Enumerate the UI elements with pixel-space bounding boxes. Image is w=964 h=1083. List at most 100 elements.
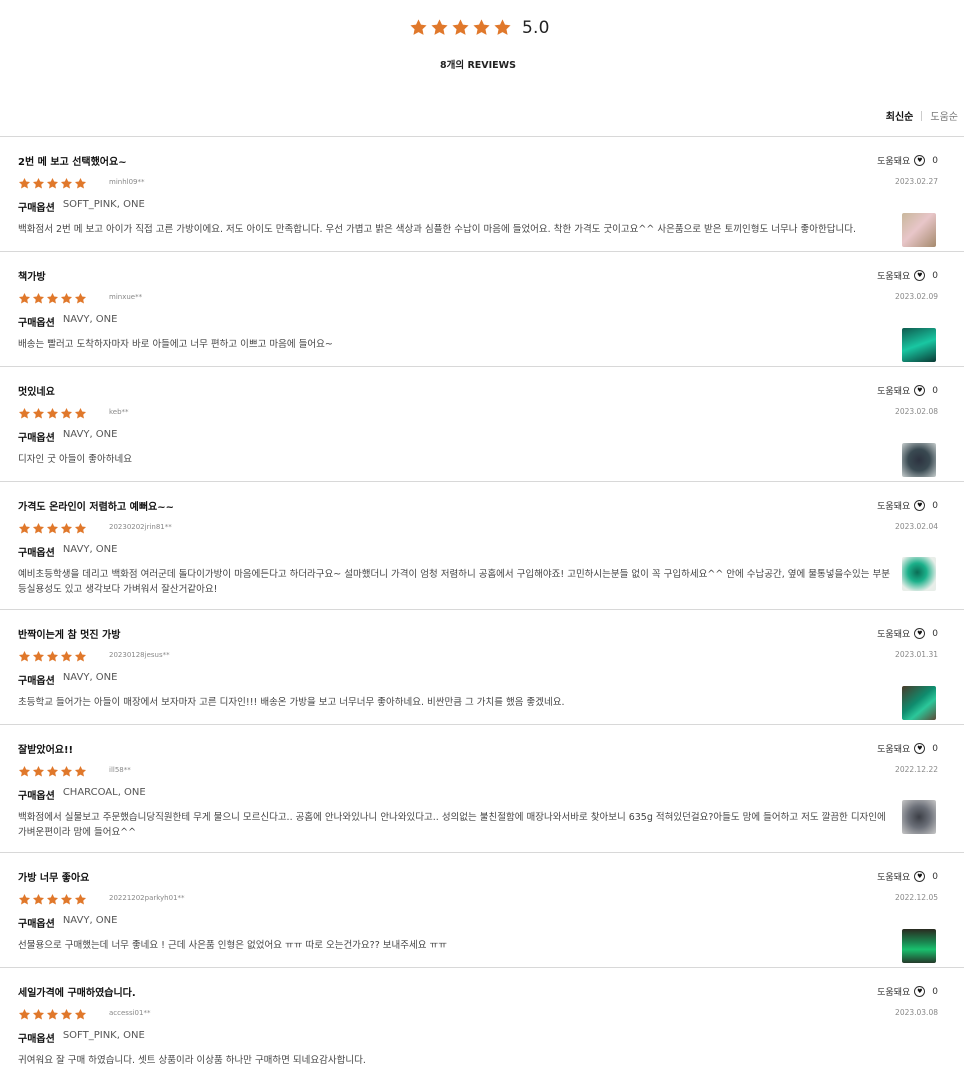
helpful-button[interactable]: 도움돼요 ♥ 0 (877, 154, 938, 167)
star-icon (60, 650, 73, 663)
star-icon (46, 292, 59, 305)
helpful-label: 도움돼요 (877, 873, 911, 883)
review-photo-thumbnail[interactable] (902, 557, 936, 591)
star-icon (18, 522, 31, 535)
star-icon (32, 765, 45, 778)
helpful-label: 도움돼요 (877, 272, 911, 282)
review-photo-thumbnail[interactable] (902, 686, 936, 720)
star-icon (18, 407, 31, 420)
star-icon (32, 1008, 45, 1021)
purchase-option: 구매옵션 NAVY, ONE (18, 544, 117, 559)
reviewer-id: 20230202jrin81** (109, 523, 172, 531)
reviewer-id: keb** (109, 408, 129, 416)
review-item: 가격도 온라인이 저렴하고 예뻐요~~ 20230202jrin81** 구매옵션 N… (0, 481, 964, 609)
review-rating (18, 522, 87, 535)
star-icon (60, 522, 73, 535)
review-date: 2023.02.27 (895, 177, 938, 186)
review-title: 반짝이는게 참 멋진 가방 (18, 630, 121, 641)
purchase-option: 구매옵션 CHARCOAL, ONE (18, 787, 146, 802)
helpful-button[interactable]: 도움돼요 ♥ 0 (877, 870, 938, 883)
helpful-label: 도움돼요 (877, 502, 911, 512)
star-icon (32, 893, 45, 906)
purchase-option-value: NAVY, ONE (62, 314, 118, 325)
star-icon (60, 177, 73, 190)
helpful-count: 0 (932, 628, 938, 639)
star-icon (60, 893, 73, 906)
heart-icon: ♥ (914, 385, 926, 396)
review-rating (18, 1008, 87, 1021)
helpful-button[interactable]: 도움돼요 ♥ 0 (877, 499, 938, 512)
reviewer-id: minhl09** (109, 178, 145, 186)
review-date: 2023.01.31 (895, 650, 938, 659)
helpful-count: 0 (932, 500, 938, 511)
helpful-button[interactable]: 도움돼요 ♥ 0 (877, 269, 938, 282)
review-photo-thumbnail[interactable] (902, 800, 936, 834)
sort-latest[interactable]: 최신순 (886, 108, 914, 123)
star-icon (18, 765, 31, 778)
review-rating (18, 292, 87, 305)
reviewer-id: accessi01** (109, 1009, 151, 1017)
star-icon (46, 407, 59, 420)
review-title: 2번 메 보고 선택했어요~ (18, 157, 127, 168)
heart-icon: ♥ (914, 986, 926, 997)
star-icon (472, 18, 491, 37)
review-item: 세일가격에 구매하였습니다. accessi01** 구매옵션 SOFT_PINK, … (0, 967, 964, 1077)
purchase-option-label: 구매옵션 (18, 433, 55, 444)
helpful-label: 도움돼요 (877, 387, 911, 397)
review-item: 멋있네요 keb** 구매옵션 NAVY, ONE 디자인 굿 아들이 좋아하네요 도움돼… (0, 366, 964, 481)
star-icon (32, 177, 45, 190)
helpful-count: 0 (932, 270, 938, 281)
helpful-button[interactable]: 도움돼요 ♥ 0 (877, 384, 938, 397)
purchase-option-label: 구매옵션 (18, 203, 55, 214)
star-icon (18, 292, 31, 305)
star-icon (493, 18, 512, 37)
purchase-option: 구매옵션 NAVY, ONE (18, 915, 117, 930)
purchase-option-value: NAVY, ONE (62, 915, 118, 926)
review-title: 책가방 (18, 272, 46, 283)
review-rating (18, 893, 87, 906)
star-icon (74, 650, 87, 663)
sort-helpful[interactable]: 도움순 (930, 108, 958, 123)
star-icon (18, 650, 31, 663)
purchase-option-label: 구매옵션 (18, 791, 55, 802)
purchase-option: 구매옵션 NAVY, ONE (18, 672, 117, 687)
star-icon (430, 18, 449, 37)
review-photo-thumbnail[interactable] (902, 443, 936, 477)
helpful-label: 도움돼요 (877, 988, 911, 998)
helpful-button[interactable]: 도움돼요 ♥ 0 (877, 742, 938, 755)
purchase-option-value: SOFT_PINK, ONE (62, 1030, 145, 1041)
helpful-count: 0 (932, 155, 938, 166)
helpful-button[interactable]: 도움돼요 ♥ 0 (877, 627, 938, 640)
review-photo-thumbnail[interactable] (902, 929, 936, 963)
helpful-label: 도움돼요 (877, 630, 911, 640)
star-icon (74, 292, 87, 305)
star-icon (32, 522, 45, 535)
review-item: 책가방 minxue** 구매옵션 NAVY, ONE 배송는 빨러고 도착하자마자 바… (0, 251, 964, 366)
star-icon (18, 1008, 31, 1021)
purchase-option: 구매옵션 NAVY, ONE (18, 314, 117, 329)
star-icon (46, 765, 59, 778)
review-list: 2번 메 보고 선택했어요~ minhl09** 구매옵션 SOFT_PINK, ON… (0, 136, 964, 1077)
star-icon (18, 893, 31, 906)
heart-icon: ♥ (914, 270, 926, 281)
purchase-option-value: NAVY, ONE (62, 672, 118, 683)
review-body: 선물용으로 구매했는데 너무 좋네요 ! 근데 사은품 인형은 없었어요 ㅠㅠ … (18, 940, 447, 951)
star-icon (74, 522, 87, 535)
star-icon (32, 407, 45, 420)
sort-divider (921, 110, 923, 121)
reviewer-id: 20221202parkyh01** (109, 894, 185, 902)
purchase-option-value: NAVY, ONE (62, 429, 118, 440)
helpful-count: 0 (932, 986, 938, 997)
star-icon (74, 893, 87, 906)
rating-summary: 5.0 8개의 REVIEWS (0, 18, 964, 78)
review-rating (18, 407, 87, 420)
helpful-button[interactable]: 도움돼요 ♥ 0 (877, 985, 938, 998)
review-photo-thumbnail[interactable] (902, 213, 936, 247)
star-icon (32, 650, 45, 663)
helpful-count: 0 (932, 871, 938, 882)
star-icon (409, 18, 428, 37)
review-body: 백화점에서 실물보고 주문했습니당직원한테 무게 물으니 모르신다고.. 공홈에… (18, 812, 886, 838)
review-photo-thumbnail[interactable] (902, 328, 936, 362)
review-item: 반짝이는게 참 멋진 가방 20230128jesus** 구매옵션 NAVY, ON… (0, 609, 964, 724)
purchase-option: 구매옵션 SOFT_PINK, ONE (18, 199, 145, 214)
